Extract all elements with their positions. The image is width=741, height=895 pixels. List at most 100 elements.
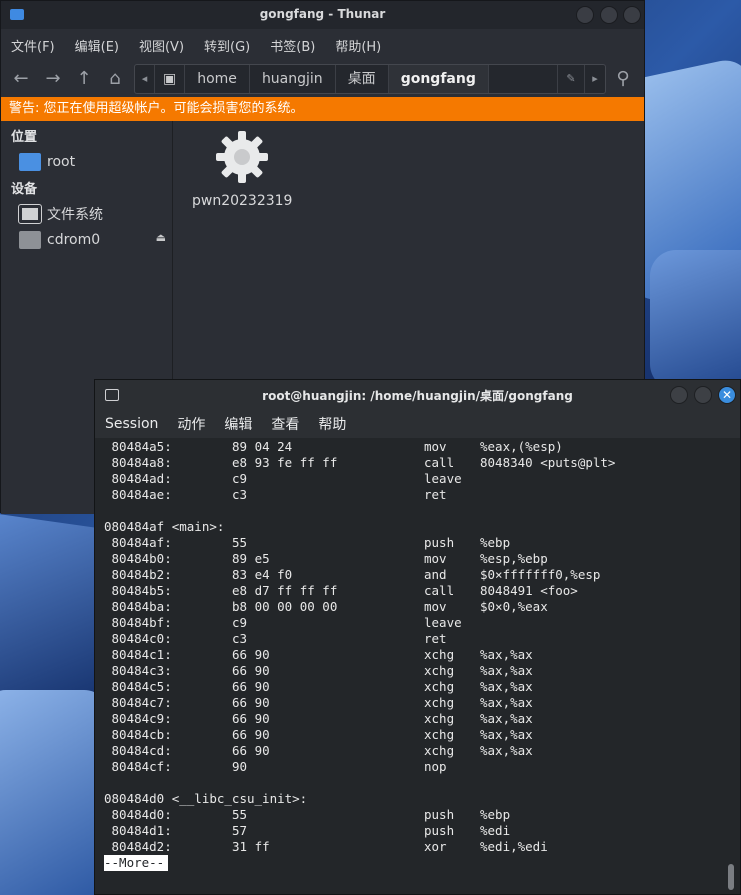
menu-bookmarks[interactable]: 书签(B)	[266, 36, 319, 55]
path-scroll-left-icon[interactable]: ◂	[135, 65, 155, 93]
home-icon[interactable]: ⌂	[103, 67, 127, 91]
terminal-output[interactable]: 80484a5: 89 04 24 mov %eax,(%esp) 80484a8: e…	[95, 438, 724, 894]
disasm-addr: 80484cd:	[104, 743, 172, 758]
disasm-mnem: mov	[424, 551, 447, 566]
disasm-mnem: call	[424, 583, 455, 598]
disasm-addr: 80484c1:	[104, 647, 172, 662]
terminal-scrollbar[interactable]	[728, 864, 734, 890]
disasm-ops: %ax,%ax	[480, 663, 533, 678]
terminal-line: 80484ad: c9 leave	[104, 471, 724, 487]
menu-help[interactable]: 帮助(H)	[331, 36, 385, 55]
disasm-ops: %ax,%ax	[480, 711, 533, 726]
path-segment-gongfang[interactable]: gongfang	[388, 65, 489, 93]
root-drive-icon[interactable]: ▣	[155, 65, 186, 93]
devices-heading: 设备	[11, 182, 38, 197]
disasm-ops: %eax,(%esp)	[480, 439, 563, 454]
close-button[interactable]	[623, 6, 641, 24]
minimize-button[interactable]	[576, 6, 594, 24]
disasm-addr: 80484cb:	[104, 727, 172, 742]
sidebar-item-root[interactable]: root	[1, 149, 172, 175]
menu-view[interactable]: 视图(V)	[135, 36, 188, 55]
disasm-mnem: call	[424, 455, 455, 470]
menu-go[interactable]: 转到(G)	[200, 36, 254, 55]
disasm-ops: %ebp	[480, 807, 511, 822]
window-title: gongfang - Thunar	[259, 7, 386, 21]
menu-actions[interactable]: 动作	[175, 414, 207, 434]
terminal-titlebar[interactable]: root@huangjin: /home/huangjin/桌面/gongfan…	[95, 380, 740, 410]
disasm-addr: 80484b5:	[104, 583, 172, 598]
menu-file[interactable]: 文件(F)	[7, 36, 59, 55]
path-segment-huangjin[interactable]: huangjin	[250, 65, 336, 93]
menu-session[interactable]: Session	[103, 416, 160, 432]
menu-view[interactable]: 查看	[269, 414, 301, 434]
disasm-bytes: c3	[232, 487, 248, 502]
close-button[interactable]: ✕	[718, 386, 736, 404]
disasm-ops: %ax,%ax	[480, 727, 533, 742]
home-folder-icon	[19, 153, 41, 171]
disasm-mnem: nop	[424, 759, 447, 774]
menu-edit[interactable]: 编辑	[222, 414, 254, 434]
disasm-addr: 80484c0:	[104, 631, 172, 646]
disasm-mnem: xchg	[424, 647, 455, 662]
disasm-addr: 80484a5:	[104, 439, 172, 454]
back-arrow-icon[interactable]: ←	[9, 67, 33, 91]
terminal-line: 80484d0: 55 push %ebp	[104, 807, 724, 823]
disasm-mnem: push	[424, 823, 455, 838]
disasm-addr: 80484af:	[104, 535, 172, 550]
maximize-button[interactable]	[694, 386, 712, 404]
disasm-ops: $0×fffffff0,%esp	[480, 567, 601, 582]
disasm-bytes: 31 ff	[232, 839, 270, 854]
menu-edit[interactable]: 编辑(E)	[71, 36, 123, 55]
disasm-bytes: 66 90	[232, 695, 270, 710]
sidebar-item-label: root	[47, 154, 76, 170]
path-scroll-right-icon[interactable]: ▸	[585, 65, 605, 93]
terminal-line: 80484ae: c3 ret	[104, 487, 724, 503]
disasm-addr: 80484d0:	[104, 807, 172, 822]
path-segment-desktop[interactable]: 桌面	[336, 65, 389, 93]
edit-path-pencil-icon[interactable]: ✎	[557, 65, 585, 93]
forward-arrow-icon[interactable]: →	[41, 67, 65, 91]
disasm-addr: 80484ba:	[104, 599, 172, 614]
terminal-line: 80484c0: c3 ret	[104, 631, 724, 647]
maximize-button[interactable]	[600, 6, 618, 24]
terminal-line: 80484c1: 66 90 xchg %ax,%ax	[104, 647, 724, 663]
disasm-mnem: ret	[424, 487, 447, 502]
disasm-addr: 80484cf:	[104, 759, 172, 774]
disasm-bytes: 55	[232, 807, 248, 822]
disasm-addr: 80484ad:	[104, 471, 172, 486]
pager-prompt[interactable]: --More--	[104, 855, 169, 871]
disasm-addr: 80484a8:	[104, 455, 172, 470]
sidebar-item-filesystem[interactable]: 文件系统	[1, 201, 172, 227]
disasm-mnem: push	[424, 807, 455, 822]
pager-line: --More--	[104, 855, 724, 871]
optical-drive-icon	[19, 231, 41, 249]
terminal-line: 80484cf: 90 nop	[104, 759, 724, 775]
terminal-line: 80484cd: 66 90 xchg %ax,%ax	[104, 743, 724, 759]
terminal-line: 80484a5: 89 04 24 mov %eax,(%esp)	[104, 439, 724, 455]
terminal-line: 80484c3: 66 90 xchg %ax,%ax	[104, 663, 724, 679]
disasm-ops: $0×0,%eax	[480, 599, 548, 614]
path-segment-home[interactable]: home	[185, 65, 250, 93]
menu-help[interactable]: 帮助	[316, 414, 348, 434]
disasm-bytes: 66 90	[232, 679, 270, 694]
disasm-ops: %edi,%edi	[480, 839, 548, 854]
file-manager-titlebar[interactable]: gongfang - Thunar	[1, 1, 644, 29]
up-arrow-icon[interactable]: ↑	[72, 67, 96, 91]
disasm-bytes: 90	[232, 759, 248, 774]
search-icon[interactable]: ⚲	[611, 67, 635, 91]
file-item[interactable]: pwn20232319	[192, 129, 292, 209]
disasm-mnem: ret	[424, 631, 447, 646]
disasm-bytes: 66 90	[232, 727, 270, 742]
disasm-bytes: 57	[232, 823, 248, 838]
disasm-ops: %ax,%ax	[480, 647, 533, 662]
root-warning-banner: 警告: 您正在使用超级帐户。可能会损害您的系统。	[1, 97, 644, 121]
minimize-button[interactable]	[670, 386, 688, 404]
eject-icon[interactable]: ⏏	[156, 231, 166, 244]
sidebar-item-cdrom0[interactable]: cdrom0 ⏏	[1, 227, 172, 253]
disasm-bytes: 89 e5	[232, 551, 270, 566]
disasm-ops: %ax,%ax	[480, 679, 533, 694]
disasm-bytes: 66 90	[232, 711, 270, 726]
disasm-addr: 80484c9:	[104, 711, 172, 726]
